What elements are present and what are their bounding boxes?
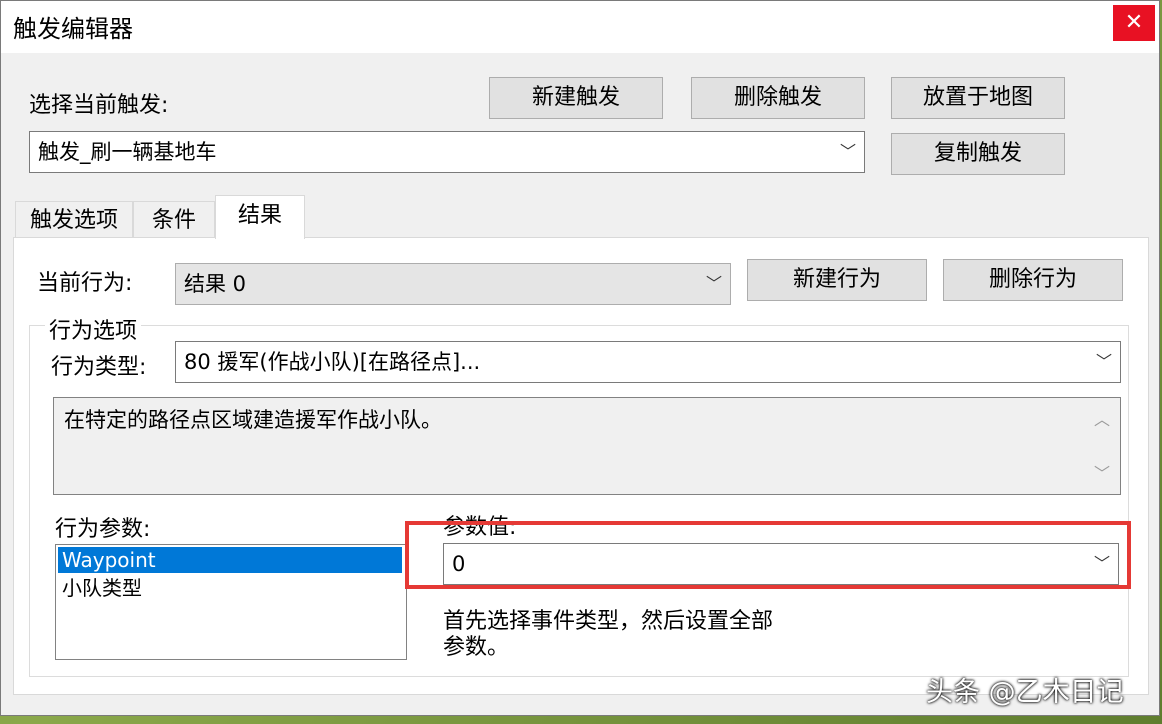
- current-action-select[interactable]: 结果 0 ﹀: [175, 263, 731, 305]
- chevron-down-icon: ﹀: [839, 142, 856, 161]
- highlight-box: [405, 521, 1131, 589]
- hint-text-line2: 参数。: [443, 635, 510, 660]
- action-description: 在特定的路径点区域建造援军作战小队。: [64, 408, 442, 432]
- new-action-button[interactable]: 新建行为: [747, 259, 927, 301]
- place-on-map-button[interactable]: 放置于地图: [891, 77, 1065, 119]
- close-icon: ✕: [1124, 10, 1144, 35]
- window-title: 触发编辑器: [13, 15, 133, 43]
- current-action-value: 结果 0: [184, 272, 247, 296]
- scroll-up-icon[interactable]: ︿: [1094, 406, 1110, 430]
- watermark: 头条 @乙木日记: [926, 677, 1124, 708]
- action-description-box: 在特定的路径点区域建造援军作战小队。 ︿ ﹀: [53, 397, 1121, 495]
- delete-trigger-button[interactable]: 删除触发: [691, 77, 865, 119]
- current-trigger-value: 触发_刷一辆基地车: [38, 140, 217, 164]
- scroll-down-icon[interactable]: ﹀: [1094, 460, 1110, 484]
- current-action-label: 当前行为:: [37, 271, 133, 296]
- select-trigger-label: 选择当前触发:: [29, 93, 169, 118]
- title-bar: 触发编辑器 ✕: [1, 1, 1159, 53]
- current-trigger-select[interactable]: 触发_刷一辆基地车 ﹀: [29, 131, 865, 173]
- action-type-value: 80 援军(作战小队)[在路径点]...: [184, 350, 481, 374]
- tab-results[interactable]: 结果: [215, 195, 305, 239]
- copy-trigger-button[interactable]: 复制触发: [891, 133, 1065, 175]
- chevron-down-icon: ﹀: [1095, 352, 1112, 371]
- list-item[interactable]: Waypoint: [58, 547, 402, 573]
- tab-conditions[interactable]: 条件: [133, 201, 215, 239]
- action-type-select[interactable]: 80 援军(作战小队)[在路径点]... ﹀: [175, 341, 1121, 383]
- list-item[interactable]: 小队类型: [58, 575, 402, 601]
- action-type-label: 行为类型:: [51, 355, 147, 380]
- delete-action-button[interactable]: 删除行为: [943, 259, 1123, 301]
- action-params-list[interactable]: Waypoint 小队类型: [55, 544, 407, 660]
- description-scrollbar[interactable]: ︿ ﹀: [1086, 398, 1120, 494]
- chevron-down-icon: ﹀: [705, 274, 722, 293]
- close-button[interactable]: ✕: [1113, 5, 1155, 41]
- tab-trigger-options[interactable]: 触发选项: [15, 201, 133, 239]
- trigger-editor-window: 触发编辑器 ✕ 选择当前触发: 新建触发 删除触发 放置于地图 复制触发 触发_…: [0, 0, 1160, 716]
- new-trigger-button[interactable]: 新建触发: [489, 77, 663, 119]
- action-params-label: 行为参数:: [55, 517, 151, 542]
- action-options-group-title: 行为选项: [45, 313, 142, 345]
